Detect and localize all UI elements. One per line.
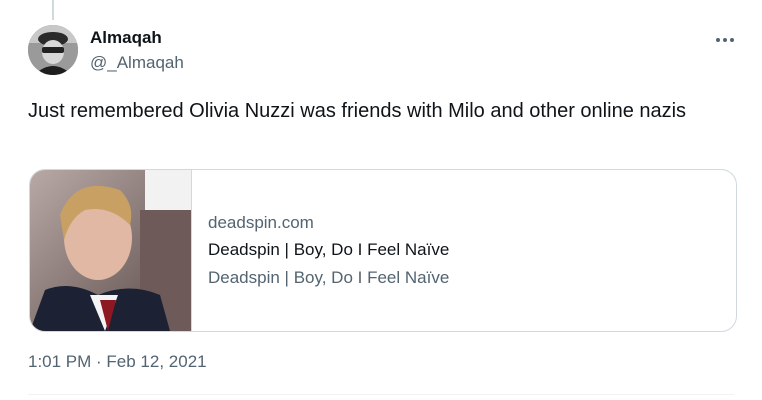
more-horizontal-icon bbox=[716, 38, 720, 42]
card-domain: deadspin.com bbox=[208, 213, 314, 232]
tweet: Almaqah @_Almaqah Just remembered Olivia… bbox=[0, 0, 762, 400]
link-card-image[interactable] bbox=[30, 170, 192, 331]
avatar-image bbox=[28, 25, 78, 75]
user-handle[interactable]: @_Almaqah bbox=[90, 53, 184, 73]
avatar[interactable] bbox=[28, 25, 78, 75]
divider bbox=[28, 394, 734, 395]
more-options-button[interactable] bbox=[708, 28, 742, 52]
card-description: Deadspin | Boy, Do I Feel Naïve bbox=[208, 268, 450, 287]
card-title: Deadspin | Boy, Do I Feel Naïve bbox=[208, 240, 450, 259]
thread-line bbox=[52, 0, 54, 20]
more-horizontal-icon-dot bbox=[723, 38, 727, 42]
display-name[interactable]: Almaqah bbox=[90, 28, 162, 48]
tweet-text: Just remembered Olivia Nuzzi was friends… bbox=[28, 100, 687, 122]
card-thumbnail-photo bbox=[30, 170, 191, 331]
link-card[interactable]: deadspin.com Deadspin | Boy, Do I Feel N… bbox=[29, 169, 737, 332]
tweet-timestamp[interactable]: 1:01 PM · Feb 12, 2021 bbox=[28, 352, 207, 372]
more-horizontal-icon-dot bbox=[730, 38, 734, 42]
